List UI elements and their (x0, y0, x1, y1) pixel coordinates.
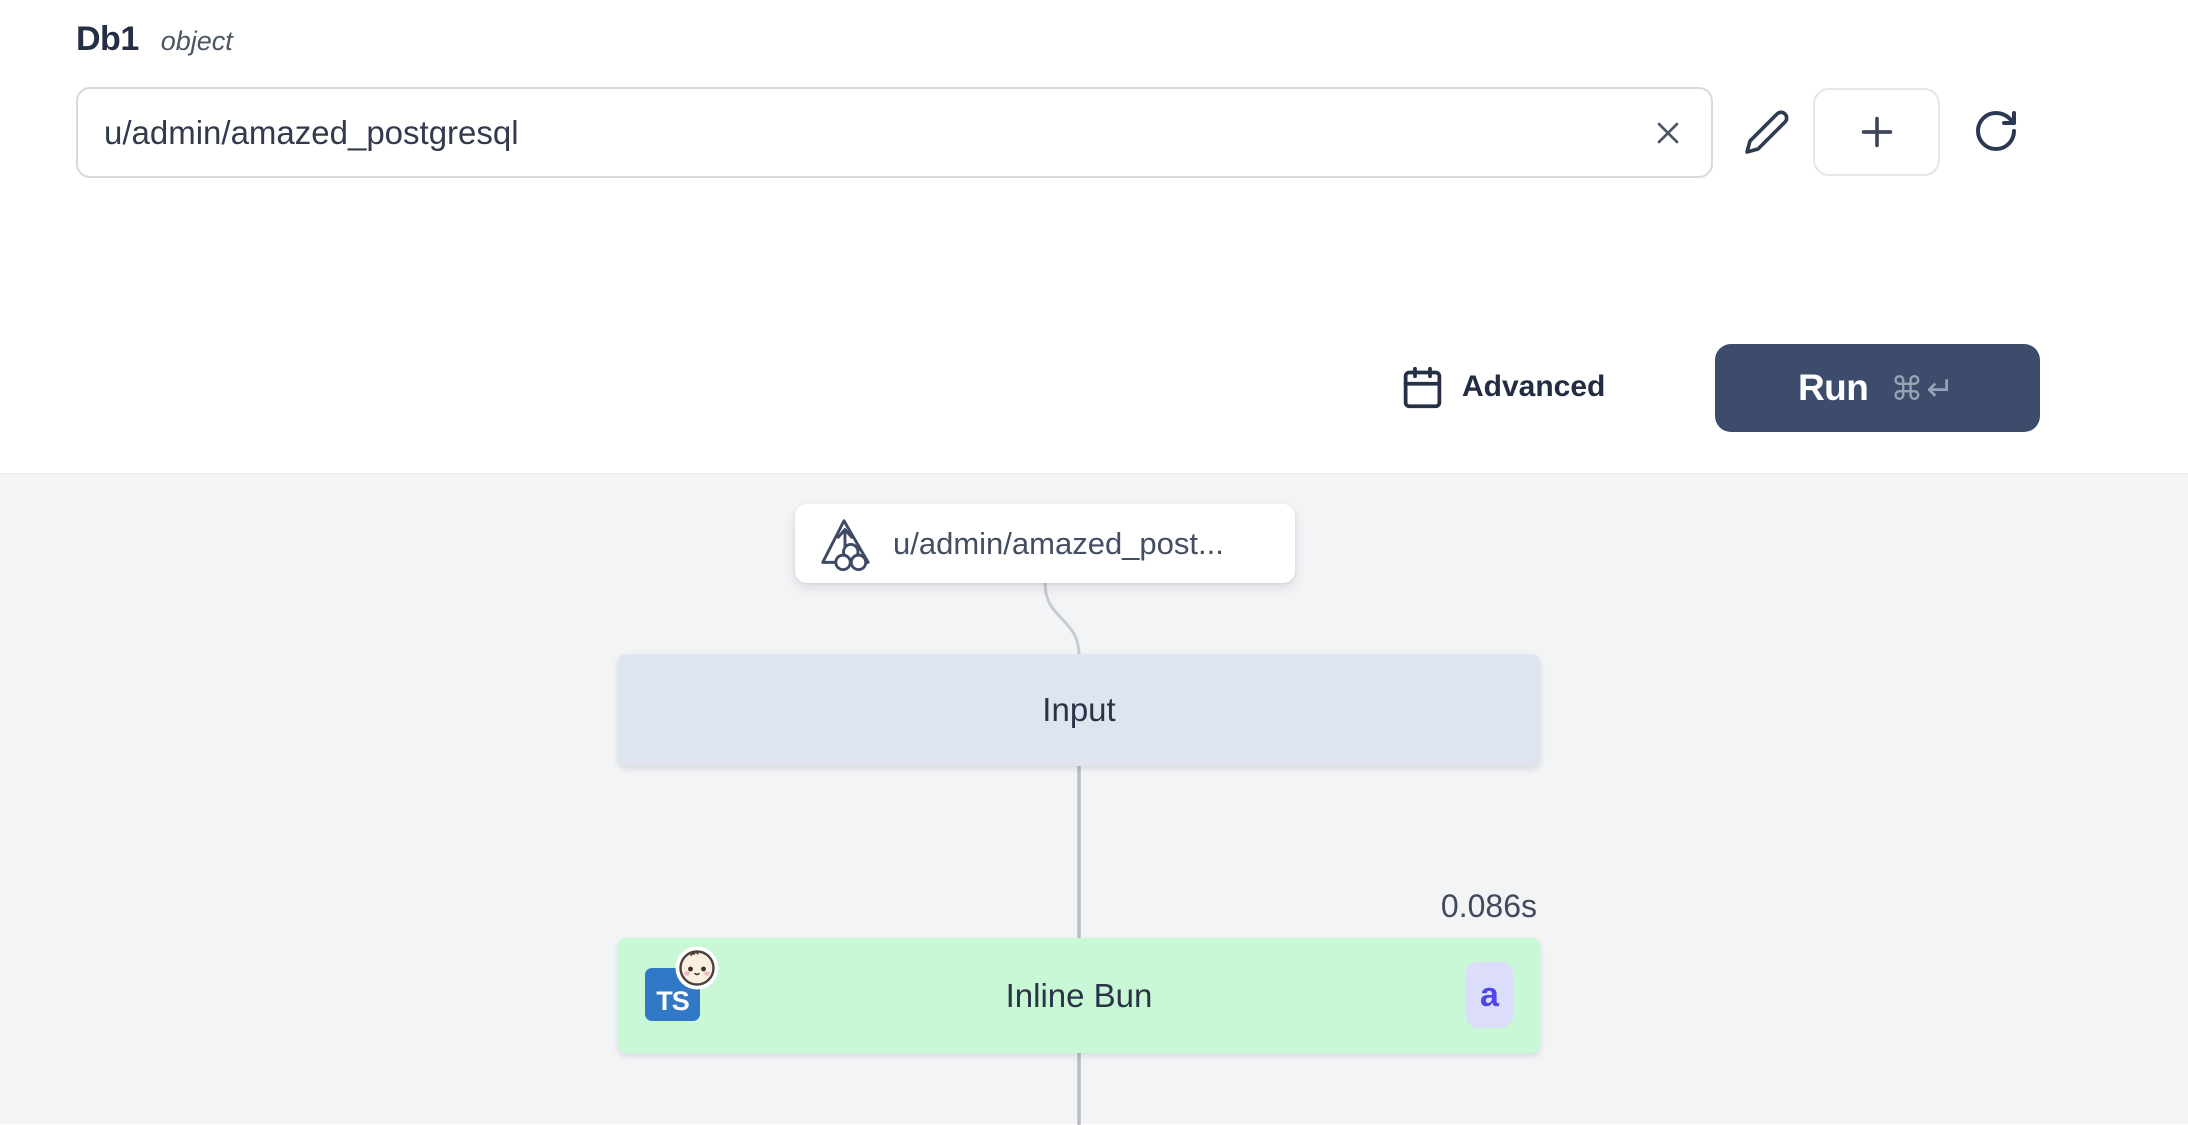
resource-schema-icon (815, 516, 873, 572)
flow-graph-canvas[interactable]: u/admin/amazed_post... Input 0.086s TS (0, 473, 2188, 1124)
advanced-button[interactable]: Advanced (1400, 356, 1605, 418)
plus-icon (1854, 109, 1900, 155)
flow-test-panel: Db1 object (0, 0, 2188, 1124)
calendar-icon (1400, 365, 1445, 410)
bun-node-label: Inline Bun (1006, 977, 1153, 1015)
cmd-enter-shortcut: ⌘↵ (1890, 369, 1957, 408)
close-icon (1650, 115, 1686, 151)
input-node[interactable]: Input (618, 654, 1540, 766)
clear-input-button[interactable] (1633, 98, 1703, 168)
resource-input-wrapper (76, 87, 1713, 178)
resource-node[interactable]: u/admin/amazed_post... (795, 504, 1295, 583)
inline-bun-node[interactable]: TS Inline Bun a (618, 938, 1540, 1053)
resource-node-label: u/admin/amazed_post... (893, 526, 1224, 562)
pencil-icon (1743, 108, 1791, 156)
input-node-label: Input (1042, 691, 1115, 729)
refresh-icon (1972, 107, 2020, 155)
language-icon-group: TS (645, 968, 727, 1038)
resource-path-input[interactable] (78, 89, 1633, 176)
bun-logo-icon (675, 946, 719, 990)
run-button[interactable]: Run ⌘↵ (1715, 344, 2040, 432)
node-id-badge: a (1466, 962, 1513, 1028)
add-resource-button[interactable] (1813, 88, 1940, 176)
refresh-resource-button[interactable] (1964, 100, 2028, 162)
field-label-row: Db1 object (76, 20, 233, 59)
advanced-label: Advanced (1462, 370, 1605, 404)
run-label: Run (1798, 367, 1868, 409)
duration-label: 0.086s (1441, 888, 1537, 925)
field-type: object (161, 26, 233, 57)
edit-resource-button[interactable] (1734, 101, 1800, 163)
field-name: Db1 (76, 20, 139, 59)
header: Db1 object (0, 0, 2188, 473)
